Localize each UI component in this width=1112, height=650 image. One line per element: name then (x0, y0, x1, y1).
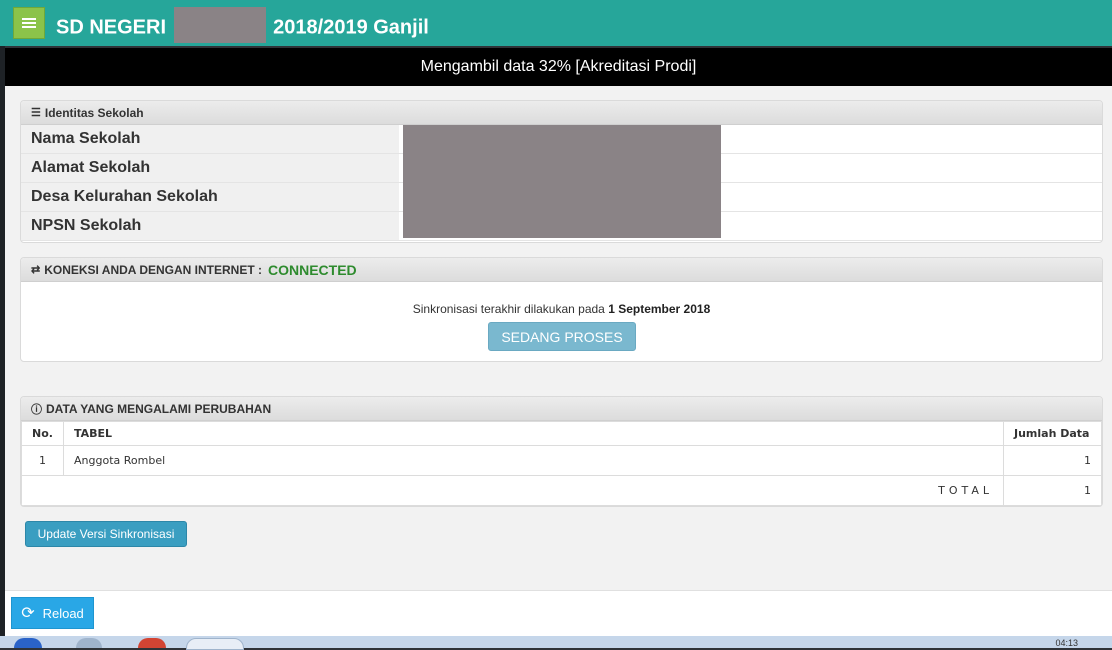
sync-prefix: Sinkronisasi terakhir dilakukan pada (412, 302, 605, 316)
table-row: 1 Anggota Rombel 1 (21, 445, 1102, 476)
progress-banner: Mengambil data 32% [Akreditasi Prodi] (5, 48, 1112, 86)
app-header: SD NEGERI 2018/2019 Ganjil (0, 0, 1112, 46)
taskbar-app-icon[interactable] (76, 638, 102, 648)
row-label: Alamat Sekolah (21, 154, 399, 182)
progress-text: Mengambil data 32% [Akreditasi Prodi] (420, 58, 697, 75)
col-no: No. (21, 421, 64, 446)
koneksi-panel: ⇄ KONEKSI ANDA DENGAN INTERNET : CONNECT… (20, 257, 1103, 362)
perubahan-title: DATA YANG MENGALAMI PERUBAHAN (46, 401, 272, 416)
sync-date: 1 September 2018 (608, 302, 711, 316)
reload-label: Reload (42, 605, 84, 621)
update-version-button[interactable]: Update Versi Sinkronisasi (25, 521, 187, 547)
row-label: NPSN Sekolah (21, 212, 399, 240)
connection-status: CONNECTED (268, 261, 357, 278)
redacted-values (403, 125, 721, 238)
koneksi-title: KONEKSI ANDA DENGAN INTERNET : (44, 262, 262, 277)
total-label: TOTAL (21, 475, 1004, 506)
perubahan-header: ⓘ DATA YANG MENGALAMI PERUBAHAN (21, 397, 1102, 421)
total-value: 1 (1003, 475, 1102, 506)
info-icon: ⓘ (31, 403, 42, 416)
start-button[interactable] (14, 638, 42, 648)
cell-no: 1 (21, 445, 64, 476)
menu-icon (22, 16, 36, 30)
sync-info: Sinkronisasi terakhir dilakukan pada 1 S… (21, 302, 1102, 316)
app-title: SD NEGERI 2018/2019 Ganjil (56, 7, 429, 46)
hamburger-menu-button[interactable] (13, 7, 45, 39)
main-content: ☰ Identitas Sekolah Nama Sekolah Alamat … (5, 86, 1112, 590)
row-label: Nama Sekolah (21, 125, 399, 153)
title-prefix: SD NEGERI (56, 16, 167, 39)
cell-jumlah: 1 (1003, 445, 1102, 476)
col-jumlah: Jumlah Data (1003, 421, 1102, 446)
identitas-panel: ☰ Identitas Sekolah Nama Sekolah Alamat … (20, 100, 1103, 243)
title-suffix: 2018/2019 Ganjil (273, 16, 429, 39)
row-label: Desa Kelurahan Sekolah (21, 183, 399, 211)
reload-button[interactable]: ⟳ Reload (11, 597, 94, 629)
exchange-icon: ⇄ (31, 264, 41, 276)
footer-bar: ⟳ Reload (5, 590, 1112, 636)
perubahan-panel: ⓘ DATA YANG MENGALAMI PERUBAHAN No. TABE… (20, 396, 1103, 507)
list-icon: ☰ (31, 107, 41, 119)
cell-tabel: Anggota Rombel (63, 445, 1004, 476)
taskbar-browser-icon[interactable] (138, 638, 166, 648)
taskbar-clock: 04:13 (1055, 638, 1078, 648)
redacted-school-name (173, 7, 266, 43)
total-row: TOTAL 1 (21, 475, 1102, 506)
col-tabel: TABEL (63, 421, 1004, 446)
refresh-icon: ⟳ (21, 605, 35, 622)
table-header-row: No. TABEL Jumlah Data (21, 421, 1102, 446)
changes-table: No. TABEL Jumlah Data 1 Anggota Rombel 1… (21, 421, 1102, 506)
koneksi-header: ⇄ KONEKSI ANDA DENGAN INTERNET : CONNECT… (21, 258, 1102, 282)
os-taskbar: 04:13 (0, 636, 1112, 650)
sedang-proses-button[interactable]: SEDANG PROSES (488, 322, 636, 351)
identitas-header: ☰ Identitas Sekolah (21, 101, 1102, 125)
identitas-title: Identitas Sekolah (44, 105, 144, 120)
taskbar-active-app[interactable] (186, 638, 244, 650)
